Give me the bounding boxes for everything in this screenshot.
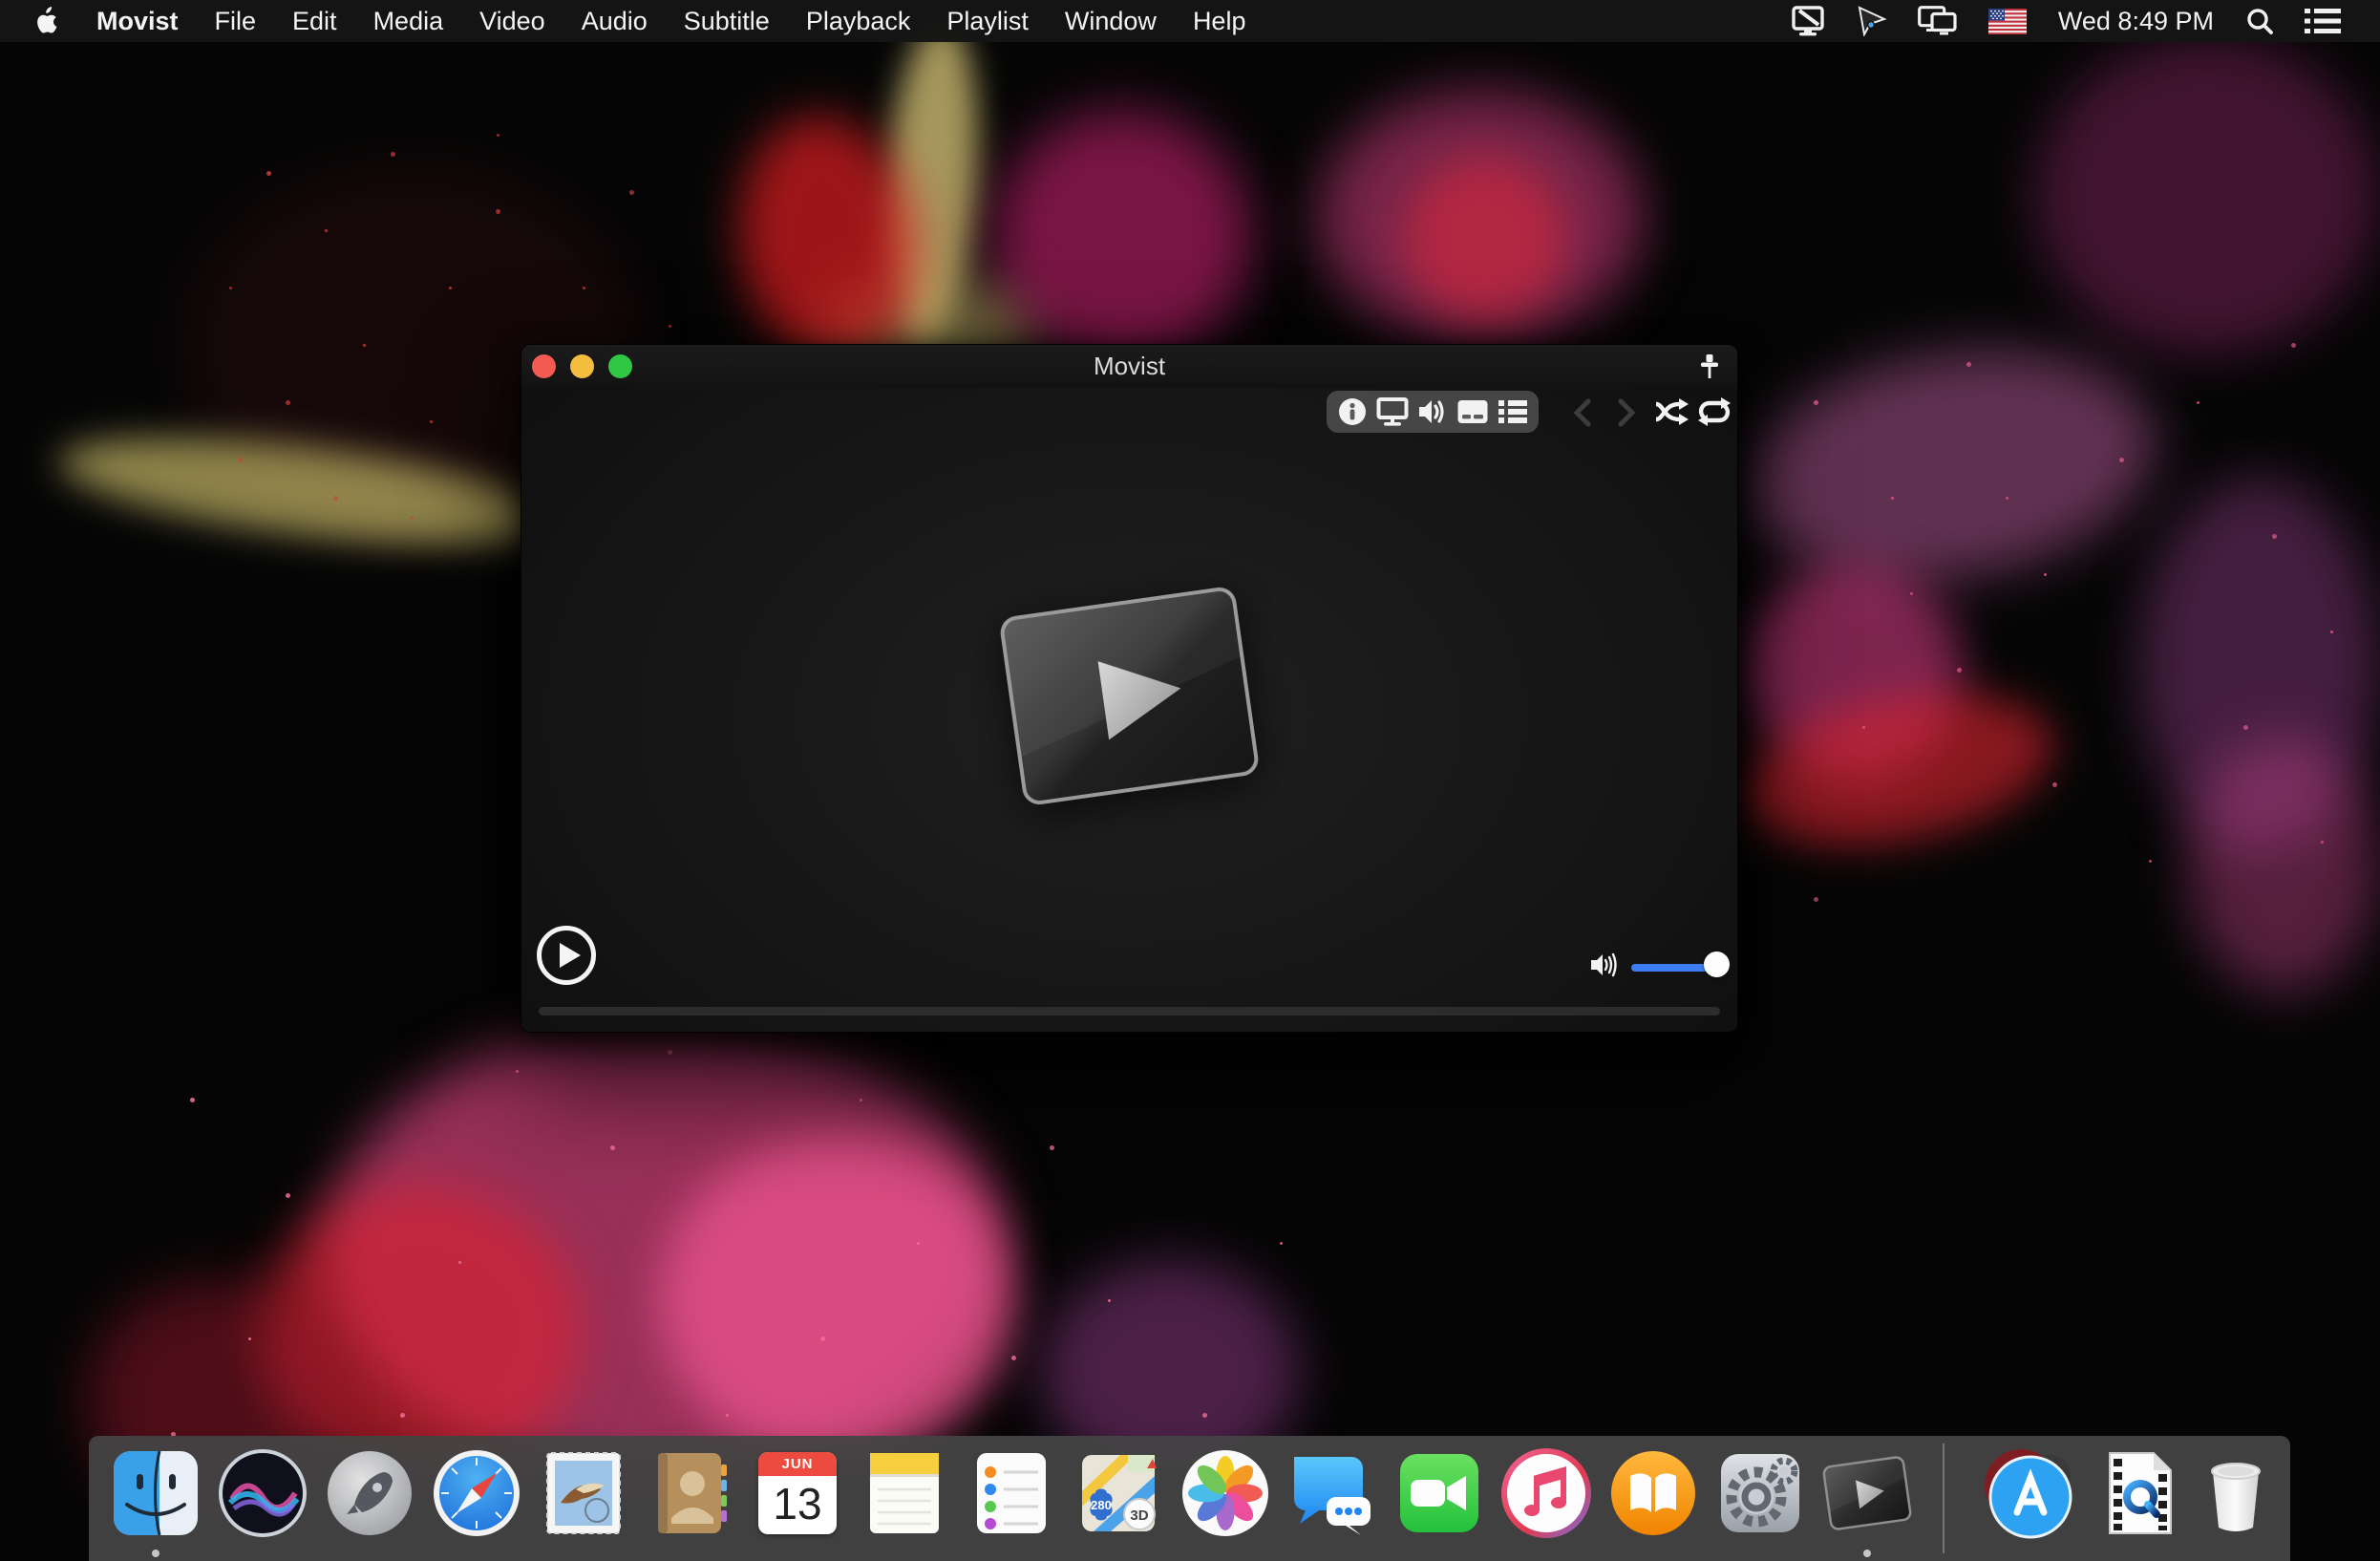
wallpaper-violet-drift — [1731, 322, 2172, 609]
dock: JUN 13 280 3D — [89, 1436, 2290, 1561]
play-icon — [559, 943, 581, 968]
chevron-right-icon[interactable] — [1612, 398, 1641, 427]
menu-item-window[interactable]: Window — [1047, 0, 1175, 42]
menu-item-edit[interactable]: Edit — [274, 0, 355, 42]
volume-control — [1589, 949, 1730, 981]
pointer-icon[interactable] — [1848, 0, 1896, 42]
menu-bar-left: Movist File Edit Media Video Audio Subti… — [0, 0, 1264, 42]
window-toolbar — [1327, 391, 1539, 433]
wallpaper-magenta-burst — [993, 110, 1251, 363]
menu-item-file[interactable]: File — [197, 0, 275, 42]
dock-app-store-stack-icon[interactable] — [1985, 1447, 2076, 1539]
wallpaper-red-core — [1404, 158, 1566, 320]
playlist-icon[interactable] — [1494, 393, 1532, 431]
dock-separator — [1943, 1443, 1944, 1553]
traffic-lights — [532, 354, 632, 378]
menu-item-help[interactable]: Help — [1175, 0, 1264, 42]
menu-item-movist[interactable]: Movist — [78, 0, 197, 42]
dock-reminders-icon[interactable] — [966, 1447, 1057, 1539]
menu-bar-status: Wed 8:49 PM — [1783, 0, 2380, 42]
menu-bar: Movist File Edit Media Video Audio Subti… — [0, 0, 2380, 42]
dock-siri-icon[interactable] — [217, 1447, 308, 1539]
audio-volume-icon[interactable] — [1413, 393, 1452, 431]
notification-list-icon[interactable] — [2296, 0, 2349, 42]
dock-facetime-icon[interactable] — [1393, 1447, 1485, 1539]
dock-mail-icon[interactable] — [538, 1447, 629, 1539]
media-info-icon[interactable] — [1333, 393, 1371, 431]
dock-safari-icon[interactable] — [431, 1447, 522, 1539]
repeat-icon[interactable] — [1696, 396, 1732, 427]
dock-notes-icon[interactable] — [859, 1447, 950, 1539]
seek-bar[interactable] — [539, 1007, 1720, 1016]
dock-movie-file-icon[interactable] — [2094, 1447, 2186, 1539]
maps-3d-label: 3D — [1130, 1508, 1148, 1524]
dock-system-preferences-icon[interactable] — [1714, 1447, 1806, 1539]
wallpaper-magenta-bottom — [659, 1137, 1012, 1462]
dock-maps-icon[interactable]: 280 3D — [1073, 1447, 1164, 1539]
desktop: Movist File Edit Media Video Audio Subti… — [0, 0, 2380, 1561]
window-title: Movist — [1093, 352, 1166, 380]
dock-itunes-icon[interactable] — [1500, 1447, 1592, 1539]
dock-contacts-icon[interactable] — [645, 1447, 736, 1539]
menu-item-subtitle[interactable]: Subtitle — [666, 0, 788, 42]
dock-photos-icon[interactable] — [1179, 1447, 1271, 1539]
apple-menu[interactable] — [29, 7, 63, 35]
menu-item-video[interactable]: Video — [461, 0, 563, 42]
menu-item-playlist[interactable]: Playlist — [928, 0, 1047, 42]
dock-finder-icon[interactable] — [110, 1447, 202, 1539]
maps-route-label: 280 — [1091, 1498, 1112, 1512]
video-screen-icon[interactable] — [1373, 393, 1412, 431]
menu-bar-clock[interactable]: Wed 8:49 PM — [2049, 7, 2223, 36]
minimize-button[interactable] — [570, 354, 594, 378]
movist-running-indicator — [1863, 1550, 1871, 1557]
movist-logo — [995, 582, 1264, 809]
volume-speaker-icon[interactable] — [1589, 949, 1622, 981]
pushpin-icon[interactable] — [1697, 353, 1722, 381]
movist-window: Movist — [521, 344, 1738, 1033]
finder-running-indicator — [152, 1550, 159, 1557]
dock-trash-icon[interactable] — [2190, 1447, 2282, 1539]
pen-display-icon[interactable] — [1783, 0, 1835, 42]
wallpaper-pink-bottomright — [2187, 736, 2378, 994]
menu-item-playback[interactable]: Playback — [788, 0, 929, 42]
us-flag-icon[interactable] — [1980, 0, 2035, 42]
chevron-left-icon[interactable] — [1568, 398, 1597, 427]
window-titlebar[interactable]: Movist — [521, 345, 1737, 388]
menu-item-audio[interactable]: Audio — [563, 0, 666, 42]
calendar-month: JUN — [758, 1452, 837, 1476]
zoom-button[interactable] — [608, 354, 632, 378]
wallpaper-purple-topright — [2034, 38, 2378, 353]
spotlight-search-icon[interactable] — [2237, 0, 2283, 42]
display-mirroring-icon[interactable] — [1909, 0, 1966, 42]
apple-logo-icon — [37, 7, 57, 33]
dock-movist-icon[interactable] — [1821, 1447, 1913, 1539]
volume-slider-knob[interactable] — [1704, 952, 1730, 977]
dock-launchpad-icon[interactable] — [324, 1447, 415, 1539]
menu-item-media[interactable]: Media — [355, 0, 462, 42]
play-button[interactable] — [537, 926, 596, 985]
close-button[interactable] — [532, 354, 556, 378]
dock-ibooks-icon[interactable] — [1607, 1447, 1699, 1539]
subtitle-icon[interactable] — [1454, 393, 1492, 431]
dock-messages-icon[interactable] — [1286, 1447, 1378, 1539]
calendar-day: 13 — [773, 1479, 822, 1529]
shuffle-icon[interactable] — [1654, 396, 1690, 427]
dock-calendar-icon[interactable]: JUN 13 — [752, 1447, 843, 1539]
